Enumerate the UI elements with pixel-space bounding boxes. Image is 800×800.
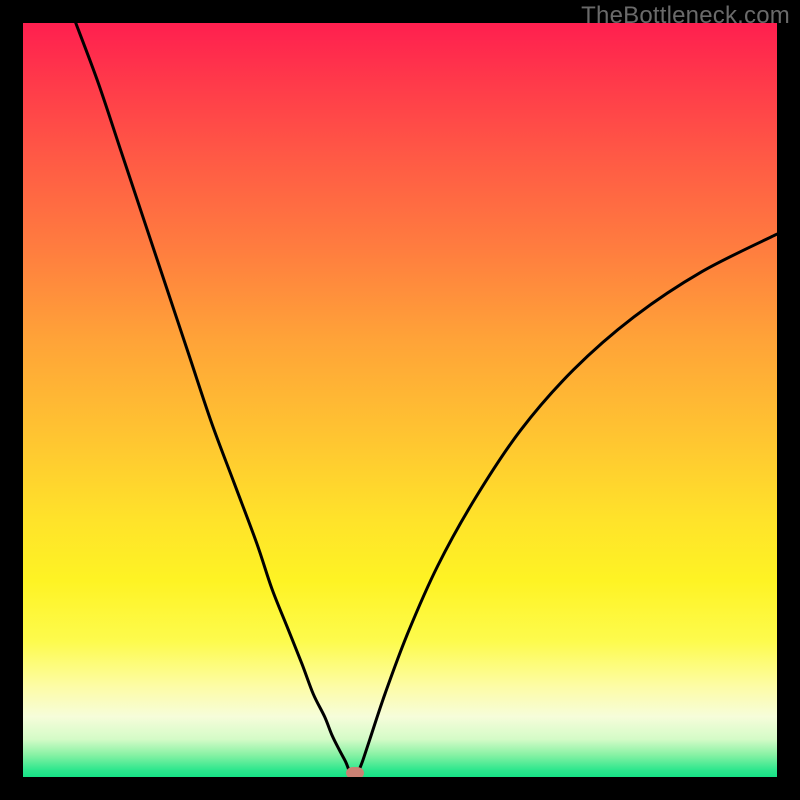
bottleneck-curve-path bbox=[76, 23, 777, 774]
minimum-marker-icon bbox=[346, 767, 364, 777]
watermark-text: TheBottleneck.com bbox=[581, 2, 790, 30]
plot-area bbox=[23, 23, 777, 777]
curve-svg bbox=[23, 23, 777, 777]
chart-frame: TheBottleneck.com bbox=[0, 0, 800, 800]
